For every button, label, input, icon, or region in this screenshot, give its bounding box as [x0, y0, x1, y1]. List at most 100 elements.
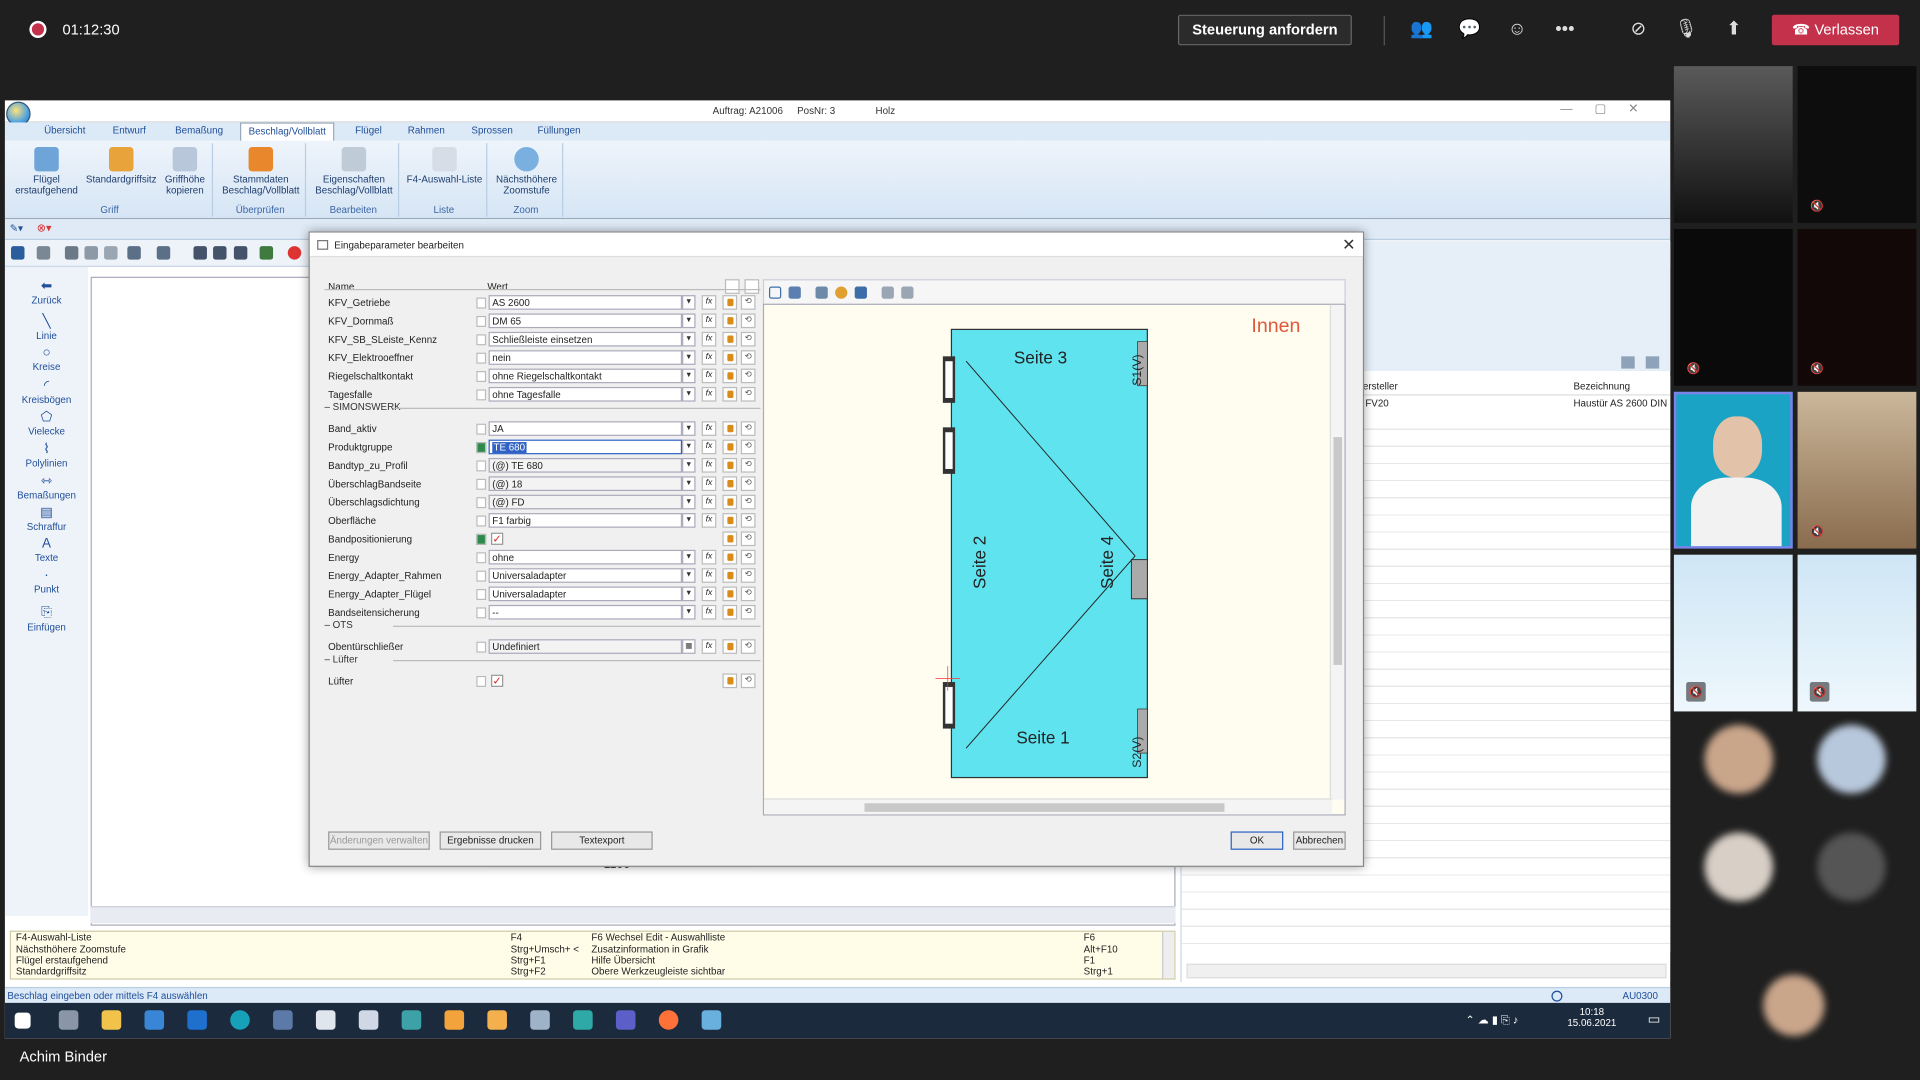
- text-export-button[interactable]: Textexport: [551, 831, 653, 850]
- dropdown-chevron-icon[interactable]: ▼: [682, 331, 696, 347]
- formula-icon[interactable]: fx: [701, 386, 717, 402]
- param-value[interactable]: Undefiniert: [488, 639, 683, 654]
- page-icon[interactable]: [233, 246, 248, 260]
- tool-linie[interactable]: ╲ Linie: [5, 313, 88, 342]
- param-row[interactable]: Bandpositionierung ✓ ⟲: [324, 530, 760, 548]
- param-row[interactable]: Energy_Adapter_Rahmen Universaladapter ▼ fx…: [324, 567, 760, 585]
- param-value[interactable]: Universaladapter: [488, 586, 683, 602]
- param-checkbox[interactable]: [476, 297, 487, 309]
- paste-icon[interactable]: [104, 246, 118, 260]
- dropdown-chevron-icon[interactable]: ▼: [682, 604, 696, 620]
- param-value[interactable]: --: [488, 604, 683, 620]
- ok-button[interactable]: OK: [1230, 831, 1284, 850]
- param-row[interactable]: KFV_Getriebe AS 2600 ▼ fx ⟲: [324, 294, 760, 312]
- param-value[interactable]: (@) FD: [488, 494, 683, 510]
- self-avatar[interactable]: [1763, 974, 1825, 1036]
- param-checkbox[interactable]: [476, 478, 487, 490]
- reset-icon[interactable]: ⟲: [740, 604, 756, 620]
- more-options-icon[interactable]: •••: [1553, 17, 1577, 41]
- participant-avatar[interactable]: [1704, 724, 1774, 794]
- dropdown-chevron-icon[interactable]: ▼: [682, 439, 696, 455]
- view-icon[interactable]: [193, 246, 207, 260]
- viewer-vscroll[interactable]: [1329, 304, 1345, 800]
- param-checkbox[interactable]: [476, 497, 487, 509]
- dropdown-chevron-icon[interactable]: ▼: [682, 368, 696, 384]
- participants-icon[interactable]: 👥: [1409, 17, 1433, 41]
- param-value[interactable]: (@) 18: [488, 476, 683, 492]
- reset-icon[interactable]: ⟲: [740, 494, 756, 510]
- close-icon[interactable]: ✕: [1342, 235, 1355, 255]
- tab-uebersicht[interactable]: Übersicht: [44, 125, 85, 136]
- reset-icon[interactable]: ⟲: [740, 313, 756, 329]
- tool-kreise[interactable]: ○ Kreise: [5, 345, 88, 372]
- param-row[interactable]: KFV_Dornmaß DM 65 ▼ fx ⟲: [324, 312, 760, 330]
- tool-punkt[interactable]: · Punkt: [5, 568, 88, 595]
- fit-icon[interactable]: [768, 286, 782, 299]
- formula-icon[interactable]: fx: [701, 494, 717, 510]
- param-checkbox[interactable]: [476, 675, 487, 687]
- reset-icon[interactable]: ⟲: [740, 513, 756, 528]
- lookup-icon[interactable]: [722, 295, 738, 310]
- param-row[interactable]: Oberfläche F1 farbig ▼ fx ⟲: [324, 512, 760, 530]
- griffhoehe-kopieren-button[interactable]: Griffhöhe kopieren: [159, 146, 210, 196]
- tool-einfuegen[interactable]: ⎘ Einfügen: [5, 605, 88, 633]
- globe-icon[interactable]: [213, 246, 227, 260]
- reset-icon[interactable]: ⟲: [740, 295, 756, 310]
- participant-avatar[interactable]: [1817, 832, 1886, 902]
- param-value[interactable]: nein: [488, 350, 683, 365]
- share-screen-icon[interactable]: ⬆: [1722, 17, 1746, 41]
- firefox-icon[interactable]: [658, 1010, 679, 1030]
- formula-icon[interactable]: fx: [701, 421, 717, 436]
- reset-icon[interactable]: ⟲: [740, 421, 756, 436]
- participant-avatar[interactable]: [1817, 724, 1886, 794]
- param-value[interactable]: ohne: [488, 549, 683, 565]
- param-checkbox[interactable]: [476, 389, 487, 401]
- dropdown-chevron-icon[interactable]: ▼: [682, 313, 696, 329]
- param-row[interactable]: KFV_SB_SLeiste_Kennz Schließleiste einset…: [324, 331, 760, 349]
- formula-icon[interactable]: fx: [701, 331, 717, 347]
- column-hersteller[interactable]: ersteller: [1363, 381, 1398, 392]
- param-checkbox[interactable]: [476, 371, 487, 383]
- qat-close-icon[interactable]: ⊗▾: [37, 222, 52, 235]
- formula-icon[interactable]: fx: [701, 568, 717, 583]
- formula-icon[interactable]: fx: [701, 457, 717, 473]
- param-checkmark-icon[interactable]: ✓: [491, 532, 504, 545]
- video-tile[interactable]: [1673, 66, 1793, 223]
- param-checkbox[interactable]: [476, 423, 487, 435]
- standardgriffsitz-button[interactable]: Standardgriffsitz: [83, 146, 159, 185]
- dropdown-chevron-icon[interactable]: ▼: [682, 350, 696, 365]
- video-tile[interactable]: 🔇: [1673, 554, 1793, 712]
- tool-zurueck[interactable]: ⬅ Zurück: [5, 278, 88, 306]
- tab-fuellungen[interactable]: Füllungen: [538, 125, 581, 136]
- dropdown-chevron-icon[interactable]: ▼: [682, 513, 696, 528]
- lookup-icon[interactable]: [722, 386, 738, 402]
- video-tile[interactable]: 🔇: [1797, 554, 1917, 712]
- tab-sprossen[interactable]: Sprossen: [471, 125, 512, 136]
- print-results-button[interactable]: Ergebnisse drucken: [439, 831, 542, 850]
- tool-vielecke[interactable]: ⬠ Vielecke: [5, 409, 88, 437]
- dropdown-chevron-icon[interactable]: ▼: [682, 421, 696, 436]
- tool-polylinien[interactable]: ⌇ Polylinien: [5, 441, 88, 469]
- param-row[interactable]: KFV_Elektrooeffner nein ▼ fx ⟲: [324, 349, 760, 367]
- video-tile[interactable]: 🔇: [1673, 228, 1793, 386]
- tab-rahmen[interactable]: Rahmen: [408, 125, 445, 136]
- param-value[interactable]: JA: [488, 421, 683, 436]
- help-icon[interactable]: [1551, 990, 1563, 1002]
- outlook-icon[interactable]: [187, 1010, 207, 1030]
- scroll-thumb[interactable]: [1333, 437, 1343, 665]
- cut-icon[interactable]: [64, 246, 79, 260]
- tab-entwurf[interactable]: Entwurf: [113, 125, 146, 136]
- formula-icon[interactable]: fx: [701, 368, 717, 384]
- task-view-icon[interactable]: [58, 1010, 79, 1030]
- reset-icon[interactable]: ⟲: [740, 457, 756, 473]
- lookup-icon[interactable]: [722, 331, 738, 347]
- param-value[interactable]: Schließleiste einsetzen: [488, 331, 683, 347]
- video-tile[interactable]: 🔇: [1797, 228, 1917, 386]
- param-row[interactable]: Band_aktiv JA ▼ fx ⟲: [324, 420, 760, 438]
- dropdown-chevron-icon[interactable]: ▼: [682, 295, 696, 310]
- tab-bemassung[interactable]: Bemaßung: [175, 125, 223, 136]
- tool-texte[interactable]: A Texte: [5, 536, 88, 563]
- param-value[interactable]: Universaladapter: [488, 568, 683, 583]
- param-section-header[interactable]: – Lüfter: [324, 654, 761, 665]
- lookup-icon[interactable]: [722, 586, 738, 602]
